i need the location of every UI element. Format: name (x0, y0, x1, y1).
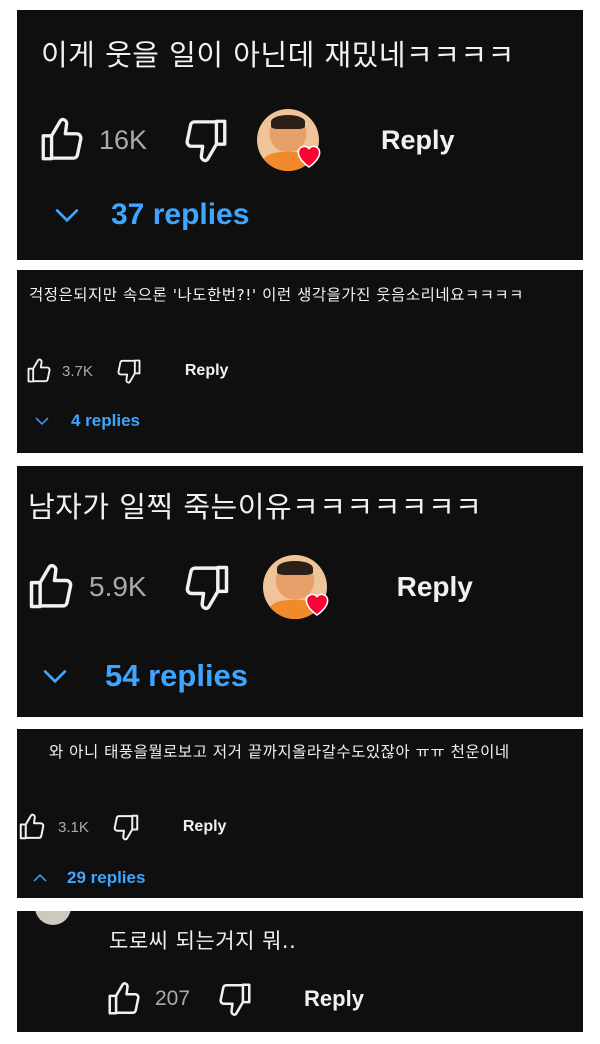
view-replies-button[interactable]: 37 replies (51, 198, 249, 232)
like-count: 5.9K (89, 571, 147, 602)
dislike-icon[interactable] (216, 980, 254, 1018)
reply-button[interactable]: Reply (183, 818, 227, 836)
replies-count: 54 replies (105, 658, 249, 693)
replies-count: 37 replies (111, 198, 250, 231)
creator-heart (257, 109, 319, 171)
view-replies-button[interactable]: 54 replies (39, 658, 248, 694)
view-replies-button[interactable]: 4 replies (33, 411, 140, 431)
comment-text: 걱정은되지만 속으론 '나도한번?!' 이런 생각을가진 웃음소리네요ㅋㅋㅋㅋ (29, 286, 524, 304)
reply-button[interactable]: Reply (381, 125, 455, 156)
comment-text: 남자가 일찍 죽는이유ㅋㅋㅋㅋㅋㅋㅋ (28, 490, 483, 524)
comment-actions: 3.7K Reply (25, 356, 228, 386)
comment-card-5: 도로씨 되는거지 뭐.. 207 Reply (17, 911, 583, 1032)
replies-count: 29 replies (67, 868, 146, 887)
like-icon[interactable] (17, 812, 47, 842)
dislike-icon[interactable] (181, 561, 233, 613)
comment-actions: 3.1K Reply (17, 812, 226, 842)
chevron-up-icon (31, 869, 49, 887)
comment-text: 이게 웃을 일이 아닌데 재밌네ㅋㅋㅋㅋ (41, 38, 515, 72)
creator-heart (262, 555, 327, 619)
comment-card-4: 와 아니 태풍을뭘로보고 저거 끝까지올라갈수도있잖아 ㅠㅠ 천운이네 3.1K… (17, 729, 583, 898)
comment-card-1: 이게 웃을 일이 아닌데 재밌네ㅋㅋㅋㅋ 16K Reply 37 replie… (17, 10, 583, 260)
avatar (35, 911, 71, 925)
comment-text: 도로씨 되는거지 뭐.. (109, 929, 297, 953)
dislike-icon[interactable] (115, 357, 143, 385)
dislike-icon[interactable] (181, 115, 231, 165)
comment-actions: 16K Reply (37, 109, 455, 171)
like-icon[interactable] (37, 115, 87, 165)
chevron-down-icon (51, 199, 83, 231)
reply-button[interactable]: Reply (304, 986, 364, 1012)
comment-actions: 5.9K Reply (25, 552, 473, 622)
replies-count: 4 replies (71, 411, 140, 430)
comment-actions: 207 Reply (105, 979, 364, 1019)
dislike-icon[interactable] (111, 812, 141, 842)
comment-text: 와 아니 태풍을뭘로보고 저거 끝까지올라갈수도있잖아 ㅠㅠ 천운이네 (49, 743, 510, 761)
comment-card-2: 걱정은되지만 속으론 '나도한번?!' 이런 생각을가진 웃음소리네요ㅋㅋㅋㅋ … (17, 270, 583, 453)
reply-button[interactable]: Reply (185, 362, 229, 380)
like-icon[interactable] (105, 980, 143, 1018)
like-count: 16K (99, 124, 148, 155)
like-count: 3.1K (58, 818, 89, 836)
like-count: 207 (155, 987, 191, 1010)
like-icon[interactable] (25, 561, 77, 613)
chevron-down-icon (33, 412, 51, 430)
reply-button[interactable]: Reply (397, 571, 473, 603)
heart-icon (293, 139, 325, 175)
chevron-down-icon (39, 660, 71, 692)
comment-card-3: 남자가 일찍 죽는이유ㅋㅋㅋㅋㅋㅋㅋ 5.9K Reply 54 replies (17, 466, 583, 717)
like-icon[interactable] (25, 357, 53, 385)
hide-replies-button[interactable]: 29 replies (31, 868, 145, 888)
like-count: 3.7K (62, 362, 93, 380)
heart-icon (301, 587, 333, 623)
